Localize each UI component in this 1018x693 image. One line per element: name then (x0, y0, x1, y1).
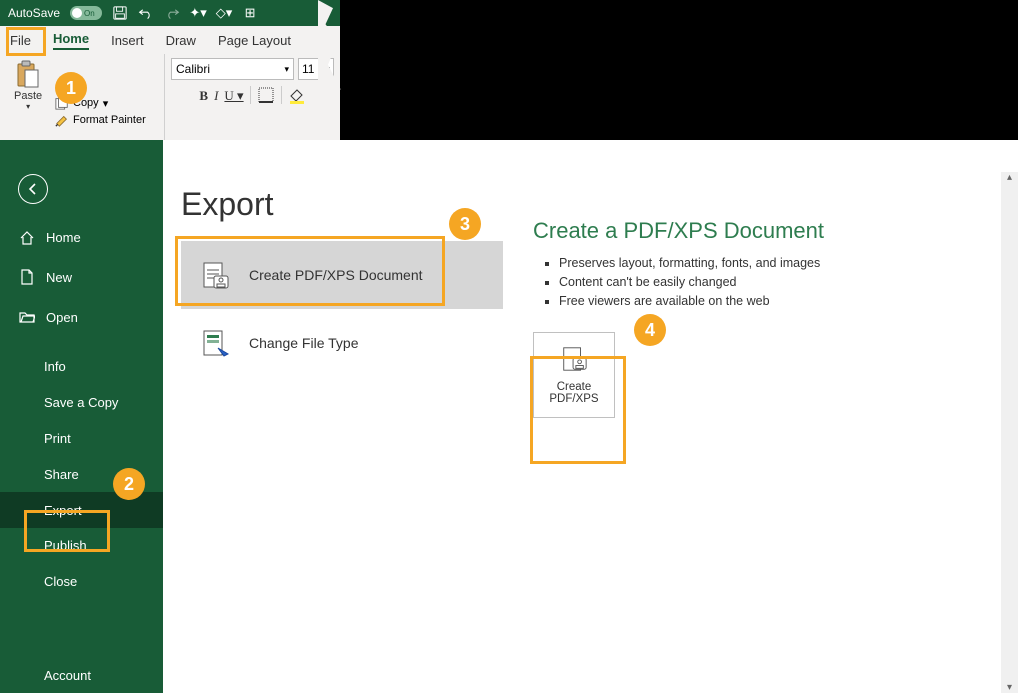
sidebar-item-open[interactable]: Open (0, 297, 163, 337)
paste-button[interactable]: Paste ▾ (14, 60, 42, 111)
qat-icon-3[interactable]: ⊞ (242, 5, 258, 21)
border-button[interactable] (257, 86, 275, 104)
pdf-icon (199, 259, 231, 291)
export-detail-title: Create a PDF/XPS Document (533, 218, 988, 244)
export-option-change-type[interactable]: Change File Type (181, 309, 503, 377)
underline-button[interactable]: U ▾ (224, 88, 243, 104)
back-button[interactable] (18, 174, 48, 204)
sidebar-item-account[interactable]: Account (0, 657, 163, 693)
sidebar-item-new[interactable]: New (0, 258, 163, 298)
callout-4: 4 (634, 314, 666, 346)
export-detail-panel: Create a PDF/XPS Document Preserves layo… (503, 172, 1018, 693)
home-icon (18, 229, 36, 247)
printer-icon (559, 345, 589, 373)
callout-2: 2 (113, 468, 145, 500)
new-icon (18, 268, 36, 286)
qat-icon-2[interactable]: ◇▾ (216, 5, 232, 21)
tab-page-layout[interactable]: Page Layout (218, 33, 291, 48)
sidebar-item-publish[interactable]: Publish (0, 528, 163, 564)
backstage-sidebar: Home New Open Info Save a Copy Print Sha… (0, 140, 163, 693)
qat-icon-1[interactable]: ✦▾ (190, 5, 206, 21)
autosave-label: AutoSave (8, 6, 60, 20)
ribbon-container: AutoSave On ✦▾ ◇▾ ⊞ File Home Insert Dra… (0, 0, 340, 162)
callout-1: 1 (55, 72, 87, 104)
autosave-toggle[interactable]: On (70, 6, 102, 20)
font-name-combo[interactable]: Calibri▾ (171, 58, 294, 80)
sidebar-item-save-copy[interactable]: Save a Copy (0, 385, 163, 421)
sidebar-item-close[interactable]: Close (0, 564, 163, 600)
tab-home[interactable]: Home (53, 31, 89, 50)
open-icon (18, 308, 36, 326)
sidebar-item-info[interactable]: Info (0, 349, 163, 385)
callout-3: 3 (449, 208, 481, 240)
italic-button[interactable]: I (214, 88, 218, 104)
tab-draw[interactable]: Draw (166, 33, 196, 48)
change-type-icon (199, 327, 231, 359)
ribbon-tabs: File Home Insert Draw Page Layout (0, 26, 340, 54)
save-icon[interactable] (112, 5, 128, 21)
undo-icon[interactable] (138, 5, 154, 21)
format-painter-button[interactable]: Format Painter (55, 113, 146, 127)
sidebar-item-export[interactable]: Export (0, 492, 163, 528)
export-options-panel: Export Create PDF/XPS Document Change Fi… (163, 172, 503, 693)
bold-button[interactable]: B (199, 88, 208, 104)
backstage-view: Home New Open Info Save a Copy Print Sha… (0, 140, 1018, 693)
sidebar-item-print[interactable]: Print (0, 421, 163, 457)
sidebar-item-home[interactable]: Home (0, 218, 163, 258)
fill-color-button[interactable] (288, 86, 306, 104)
tab-insert[interactable]: Insert (111, 33, 144, 48)
vertical-scrollbar[interactable] (1001, 172, 1018, 693)
export-option-pdf[interactable]: Create PDF/XPS Document (181, 241, 503, 309)
backstage-main: Export Create PDF/XPS Document Change Fi… (163, 140, 1018, 693)
title-bar: AutoSave On ✦▾ ◇▾ ⊞ (0, 0, 340, 26)
create-pdf-button[interactable]: Create PDF/XPS (533, 332, 615, 418)
export-benefits-list: Preserves layout, formatting, fonts, and… (533, 256, 988, 308)
redo-icon[interactable] (164, 5, 180, 21)
paste-label: Paste (14, 90, 42, 102)
tab-file[interactable]: File (10, 33, 31, 48)
